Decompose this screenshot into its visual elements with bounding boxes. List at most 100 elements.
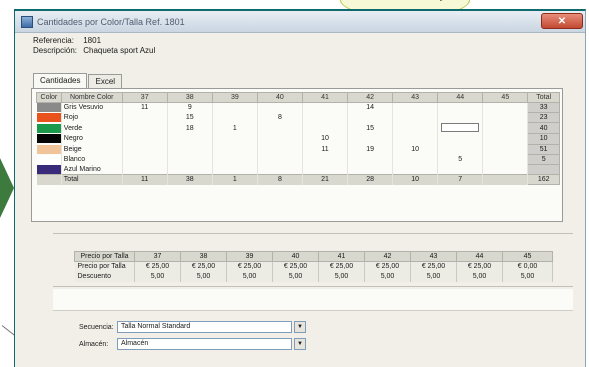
- qty-cell[interactable]: [437, 133, 484, 145]
- close-button[interactable]: ✕: [541, 13, 583, 29]
- qty-cell[interactable]: [212, 154, 258, 165]
- qty-cell[interactable]: [257, 102, 303, 113]
- qty-cell[interactable]: [167, 154, 213, 165]
- qty-cell[interactable]: [122, 154, 168, 165]
- table-row[interactable]: Blanco 5 5: [36, 153, 560, 165]
- price-cell[interactable]: 5,00: [134, 271, 181, 282]
- qty-cell[interactable]: [482, 164, 529, 175]
- price-cell[interactable]: 5,00: [410, 271, 457, 282]
- price-cell[interactable]: € 25,00: [134, 261, 181, 272]
- column-header[interactable]: 40: [256, 92, 303, 103]
- tab-excel[interactable]: Excel: [88, 74, 123, 88]
- qty-cell[interactable]: [482, 122, 529, 134]
- qty-cell[interactable]: [212, 102, 258, 113]
- qty-cell[interactable]: [302, 102, 349, 113]
- column-header[interactable]: 45: [482, 92, 529, 103]
- qty-cell[interactable]: [257, 164, 303, 175]
- qty-cell[interactable]: [392, 154, 439, 165]
- qty-cell[interactable]: [122, 164, 168, 175]
- qty-cell[interactable]: 15: [347, 122, 394, 134]
- qty-cell[interactable]: 5: [437, 154, 484, 165]
- table-row[interactable]: Rojo 15 8 23: [36, 112, 560, 124]
- qty-cell[interactable]: [482, 144, 529, 155]
- qty-cell[interactable]: 10: [302, 133, 349, 145]
- dropdown-button[interactable]: ▼: [294, 338, 306, 350]
- qty-cell[interactable]: [392, 112, 439, 123]
- price-cell[interactable]: 5,00: [226, 271, 273, 282]
- qty-cell[interactable]: [392, 133, 439, 145]
- qty-cell[interactable]: [437, 112, 484, 123]
- qty-cell[interactable]: [482, 102, 529, 113]
- qty-cell[interactable]: [257, 154, 303, 165]
- qty-cell[interactable]: [437, 102, 484, 113]
- qty-cell[interactable]: [167, 164, 213, 175]
- qty-cell[interactable]: [482, 133, 529, 145]
- qty-edit-input[interactable]: [441, 122, 480, 132]
- qty-cell[interactable]: [347, 154, 394, 165]
- qty-cell[interactable]: [347, 164, 394, 175]
- qty-cell[interactable]: [122, 122, 168, 134]
- qty-cell[interactable]: [437, 164, 484, 175]
- qty-cell[interactable]: [212, 164, 258, 175]
- price-cell[interactable]: € 25,00: [456, 261, 503, 272]
- secuencia-select[interactable]: Talla Normal Standard ▼: [117, 321, 306, 333]
- qty-cell[interactable]: [212, 144, 258, 155]
- almacen-select[interactable]: Almacén ▼: [117, 338, 306, 350]
- qty-cell[interactable]: [347, 112, 394, 123]
- title-bar[interactable]: Cantidades por Color/Talla Ref. 1801 ✕: [15, 11, 585, 33]
- column-header[interactable]: 44: [437, 92, 484, 103]
- qty-cell[interactable]: [257, 122, 303, 134]
- price-cell[interactable]: 5,00: [364, 271, 411, 282]
- price-cell[interactable]: 5,00: [318, 271, 365, 282]
- qty-cell[interactable]: [302, 112, 349, 123]
- qty-cell[interactable]: [392, 102, 439, 113]
- price-cell[interactable]: 5,00: [502, 271, 553, 282]
- table-row[interactable]: Azul Marino: [36, 163, 560, 176]
- column-header[interactable]: 41: [301, 92, 349, 103]
- qty-cell[interactable]: [392, 164, 439, 175]
- column-header[interactable]: 42: [347, 92, 394, 103]
- qty-cell[interactable]: [212, 112, 258, 123]
- qty-cell[interactable]: 14: [347, 102, 394, 113]
- qty-cell[interactable]: 11: [122, 102, 168, 113]
- qty-cell[interactable]: 8: [257, 112, 303, 123]
- table-row[interactable]: Verde 18 1 15 40: [36, 122, 560, 135]
- price-cell[interactable]: € 25,00: [180, 261, 227, 272]
- qty-cell[interactable]: 19: [347, 144, 394, 155]
- qty-cell[interactable]: [257, 133, 303, 145]
- qty-cell[interactable]: [167, 144, 213, 155]
- qty-cell[interactable]: [482, 112, 529, 123]
- qty-cell[interactable]: [302, 154, 349, 165]
- qty-cell[interactable]: [257, 144, 303, 155]
- qty-cell[interactable]: 15: [167, 112, 213, 123]
- qty-cell[interactable]: [347, 133, 394, 145]
- qty-cell[interactable]: [122, 133, 168, 145]
- qty-cell[interactable]: 1: [212, 122, 258, 134]
- price-cell[interactable]: 5,00: [272, 271, 319, 282]
- column-header[interactable]: 43: [392, 92, 439, 103]
- price-cell[interactable]: 5,00: [180, 271, 227, 282]
- column-header[interactable]: 37: [121, 92, 168, 103]
- column-header[interactable]: 38: [166, 92, 213, 103]
- table-row[interactable]: Gris Vesuvio 11 9 14 33: [36, 101, 560, 114]
- qty-cell[interactable]: [167, 133, 213, 145]
- price-cell[interactable]: € 25,00: [410, 261, 457, 272]
- qty-cell[interactable]: [482, 154, 529, 165]
- column-header[interactable]: Nombre Color: [60, 92, 123, 103]
- qty-cell[interactable]: 18: [167, 122, 213, 134]
- tab-cantidades[interactable]: Cantidades: [33, 73, 88, 88]
- qty-cell[interactable]: [212, 133, 258, 145]
- qty-cell[interactable]: [302, 122, 349, 134]
- qty-cell[interactable]: 9: [167, 102, 213, 113]
- qty-cell[interactable]: [122, 144, 168, 155]
- table-row[interactable]: Beige 11 19 10 51: [36, 143, 560, 155]
- price-cell[interactable]: € 25,00: [226, 261, 273, 272]
- column-header[interactable]: 39: [211, 92, 258, 103]
- qty-cell[interactable]: 11: [302, 144, 349, 155]
- qty-cell[interactable]: [302, 164, 349, 175]
- column-header[interactable]: Total: [527, 92, 560, 103]
- price-cell[interactable]: 5,00: [456, 271, 503, 282]
- dropdown-button[interactable]: ▼: [294, 321, 306, 333]
- table-row[interactable]: Negro 10 10: [36, 133, 560, 145]
- qty-cell[interactable]: [122, 112, 168, 123]
